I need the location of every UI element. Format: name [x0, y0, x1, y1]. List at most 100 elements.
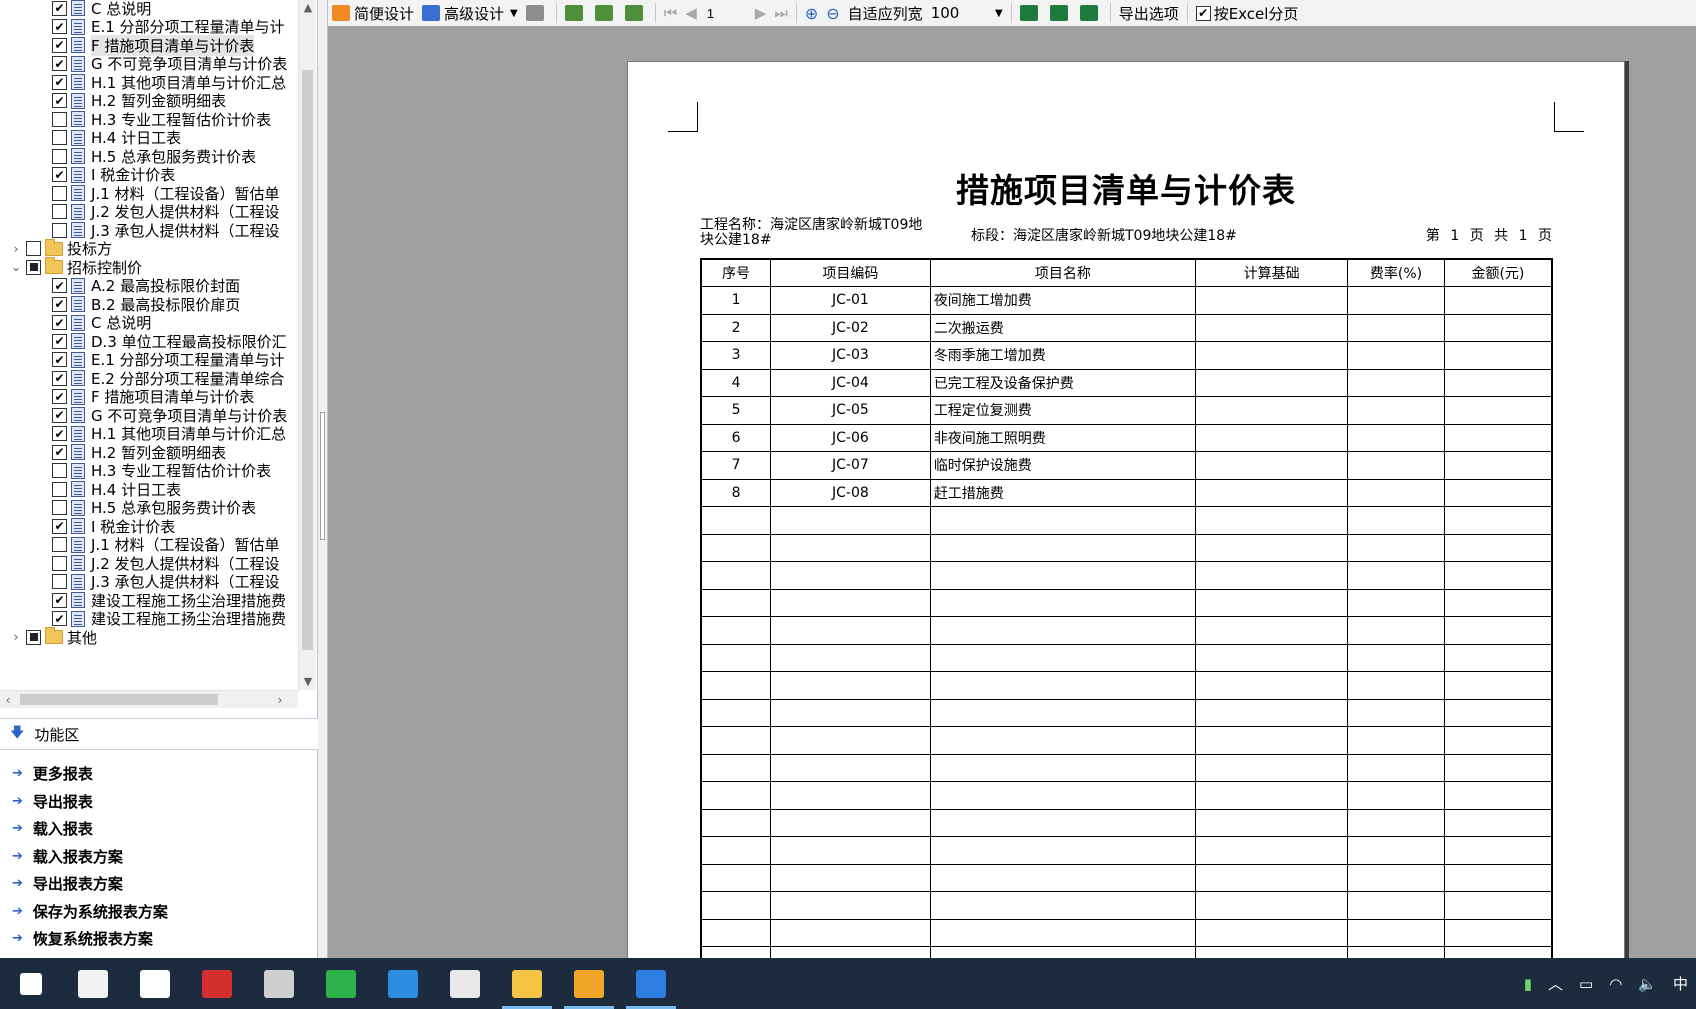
last-page-button[interactable]: ⏭	[770, 1, 792, 25]
checkbox-checked-icon[interactable]: ✔	[52, 74, 67, 90]
zoom-out-button[interactable]: ⊖	[822, 1, 843, 25]
taskbar-button[interactable]	[496, 958, 558, 1009]
taskbar-button[interactable]	[248, 958, 310, 1009]
checkbox-unchecked-icon[interactable]	[52, 555, 67, 571]
excel-paging-checkbox[interactable]: ✔ 按Excel分页	[1192, 1, 1303, 25]
checkbox-unchecked-icon[interactable]	[52, 500, 67, 515]
tree-item[interactable]: ✔ F 措施项目清单与计价表	[52, 387, 254, 407]
input-method-indicator[interactable]: 中	[1673, 973, 1688, 994]
taskbar-button[interactable]	[62, 958, 124, 1009]
tree-item[interactable]: H.3 专业工程暂估价计价表	[52, 109, 271, 129]
tree-item[interactable]: H.5 总承包服务费计价表	[52, 498, 256, 518]
volume-icon[interactable]: 🔈	[1638, 975, 1657, 993]
next-page-button[interactable]: ▶	[751, 1, 771, 25]
wifi-icon[interactable]: ◠	[1609, 975, 1622, 993]
tree-item[interactable]: ✔ H.1 其他项目清单与计价汇总	[52, 72, 286, 92]
print-button[interactable]	[522, 1, 552, 25]
checkbox-checked-icon[interactable]: ✔	[52, 296, 67, 312]
tree-item[interactable]: ✔ H.1 其他项目清单与计价汇总	[52, 424, 286, 444]
tree-item[interactable]: ✔ E.2 分部分项工程量清单综合	[52, 368, 285, 388]
export-options-button[interactable]: 导出选项	[1115, 1, 1183, 25]
tree-item[interactable]: ✔ G 不可竞争项目清单与计价表	[52, 54, 287, 74]
function-panel-header[interactable]: 🡇 功能区	[0, 718, 318, 750]
tree-item[interactable]: ✔ 建设工程施工扬尘治理措施费	[52, 590, 286, 610]
tree-item[interactable]: ✔ H.2 暂列金额明细表	[52, 442, 226, 462]
tree-item[interactable]: ✔ C 总说明	[52, 313, 151, 333]
tree-folder[interactable]: ⌄ 招标控制价	[10, 257, 142, 277]
checkbox-partial-icon[interactable]	[26, 629, 41, 645]
checkbox-checked-icon[interactable]: ✔	[52, 56, 67, 71]
checkbox-checked-icon[interactable]: ✔	[52, 592, 67, 608]
tree-item[interactable]: ✔ A.2 最高投标限价封面	[52, 276, 240, 296]
checkbox-checked-icon[interactable]: ✔	[52, 37, 67, 53]
checkbox-checked-icon[interactable]: ✔	[52, 0, 67, 16]
tree-item[interactable]: ✔ 建设工程施工扬尘治理措施费	[52, 609, 286, 629]
tree-horizontal-scrollbar[interactable]: ‹ ›	[0, 690, 298, 708]
tree-item[interactable]: H.4 计日工表	[52, 128, 181, 148]
tree-item[interactable]: ✔ G 不可竞争项目清单与计价表	[52, 405, 287, 425]
tree-folder[interactable]: › 投标方	[10, 238, 112, 259]
checkbox-unchecked-icon[interactable]	[52, 148, 67, 164]
tree-item[interactable]: ✔ I 税金计价表	[52, 165, 175, 185]
battery-app-icon[interactable]: ▮	[1524, 975, 1532, 993]
first-page-button[interactable]: ⏮	[660, 1, 682, 25]
zoom-in-button[interactable]: ⊕	[801, 1, 822, 25]
checkbox-checked-icon[interactable]: ✔	[52, 19, 67, 34]
function-item[interactable]: ➔ 载入报表方案	[0, 843, 318, 871]
splitter-grip[interactable]	[320, 412, 325, 540]
tree-item[interactable]: J.2 发包人提供材料（工程设	[52, 553, 280, 573]
tree-item[interactable]: J.1 材料（工程设备）暂估单	[52, 535, 280, 555]
checkbox-unchecked-icon[interactable]	[26, 241, 41, 256]
tree-item[interactable]: J.2 发包人提供材料（工程设	[52, 202, 280, 222]
expand-chevron-icon[interactable]: ›	[10, 630, 22, 644]
single-page-button[interactable]	[561, 1, 591, 25]
tree-item[interactable]: ✔ E.1 分部分项工程量清单与计	[52, 350, 285, 370]
function-item[interactable]: ➔ 导出报表方案	[0, 870, 318, 898]
tree-item[interactable]: J.3 承包人提供材料（工程设	[52, 572, 280, 592]
function-item[interactable]: ➔ 导出报表	[0, 788, 318, 816]
checkbox-checked-icon[interactable]: ✔	[52, 426, 67, 441]
tree-item[interactable]: ✔ B.2 最高投标限价扉页	[52, 294, 240, 314]
scroll-right-arrow-icon[interactable]: ›	[272, 691, 288, 709]
tree-item[interactable]: H.5 总承包服务费计价表	[52, 146, 256, 166]
scroll-down-arrow-icon[interactable]: ▼	[301, 674, 315, 690]
page-number-input[interactable]	[700, 3, 751, 23]
taskbar-button[interactable]	[620, 958, 682, 1009]
function-item[interactable]: ➔ 恢复系统报表方案	[0, 925, 318, 953]
multi-page-button[interactable]	[621, 1, 651, 25]
taskbar-button[interactable]	[558, 958, 620, 1009]
checkbox-unchecked-icon[interactable]	[52, 130, 67, 145]
advanced-design-button[interactable]: 高级设计 ▼	[418, 1, 522, 25]
checkbox-checked-icon[interactable]: ✔	[52, 611, 67, 626]
two-page-button[interactable]	[591, 1, 621, 25]
prev-page-button[interactable]: ◀	[681, 1, 701, 25]
checkbox-checked-icon[interactable]: ✔	[52, 389, 67, 404]
report-tree[interactable]: ✔ C 总说明 ✔ E.1 分部分项工程量清单与计 ✔ F 措施项目清单与计价表 ✔ G 不可…	[0, 0, 298, 690]
tree-item[interactable]: ✔ F 措施项目清单与计价表	[52, 34, 255, 56]
checkbox-unchecked-icon[interactable]	[52, 204, 67, 219]
checkbox-unchecked-icon[interactable]	[52, 463, 67, 478]
function-item[interactable]: ➔ 载入报表	[0, 815, 318, 843]
tree-item[interactable]: J.3 承包人提供材料（工程设	[52, 220, 280, 240]
tree-item[interactable]: ✔ E.1 分部分项工程量清单与计	[52, 17, 285, 37]
checkbox-checked-icon[interactable]: ✔	[52, 333, 67, 349]
tree-item[interactable]: H.3 专业工程暂估价计价表	[52, 461, 271, 481]
checkbox-checked-icon[interactable]: ✔	[52, 518, 67, 534]
function-item[interactable]: ➔ 更多报表	[0, 760, 318, 788]
checkbox-checked-icon[interactable]: ✔	[52, 407, 67, 423]
expand-chevron-icon[interactable]: ›	[10, 242, 22, 256]
tree-item[interactable]: J.1 材料（工程设备）暂估单	[52, 183, 280, 203]
scroll-up-arrow-icon[interactable]: ▲	[301, 0, 315, 16]
collapse-chevron-icon[interactable]: ⌄	[10, 260, 22, 274]
tree-item[interactable]: ✔ H.2 暂列金额明细表	[52, 91, 226, 111]
checkbox-unchecked-icon[interactable]	[52, 222, 67, 238]
tree-folder[interactable]: › 其他	[10, 627, 97, 647]
checkbox-checked-icon[interactable]: ✔	[52, 352, 67, 367]
taskbar-button[interactable]	[434, 958, 496, 1009]
function-item[interactable]: ➔ 保存为系统报表方案	[0, 898, 318, 926]
checkbox-unchecked-icon[interactable]	[52, 111, 67, 127]
checkbox-unchecked-icon[interactable]	[52, 574, 67, 589]
tree-item[interactable]: H.4 计日工表	[52, 479, 181, 499]
tree-hscroll-thumb[interactable]	[20, 694, 218, 705]
panel-splitter[interactable]	[318, 0, 328, 958]
